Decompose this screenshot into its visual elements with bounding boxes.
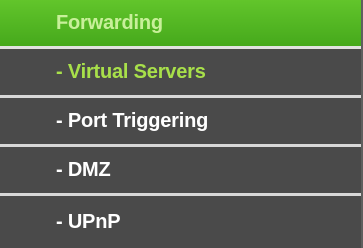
menu-item-label: - Virtual Servers (56, 60, 206, 83)
menu-item-dmz[interactable]: - DMZ (0, 147, 361, 196)
menu-item-upnp[interactable]: - UPnP (0, 196, 361, 248)
menu-header-forwarding[interactable]: Forwarding (0, 0, 361, 49)
menu-item-virtual-servers[interactable]: - Virtual Servers (0, 49, 361, 98)
forwarding-menu: Forwarding - Virtual Servers - Port Trig… (0, 0, 363, 248)
menu-item-label: - Port Triggering (56, 109, 209, 132)
menu-header-label: Forwarding (56, 11, 163, 34)
menu-item-label: - DMZ (56, 158, 111, 181)
menu-item-label: - UPnP (56, 210, 121, 233)
menu-item-port-triggering[interactable]: - Port Triggering (0, 98, 361, 147)
